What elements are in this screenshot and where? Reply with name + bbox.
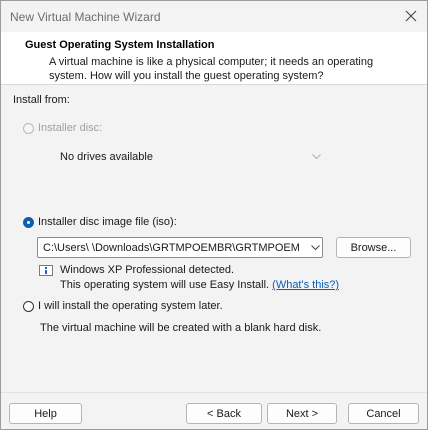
help-button[interactable]: Help xyxy=(9,403,82,424)
iso-path-value[interactable]: C:\Users\ \Downloads\GRTMPOEMBR\GRTMPOEM xyxy=(38,242,308,254)
title-bar: New Virtual Machine Wizard xyxy=(1,1,427,32)
close-button[interactable] xyxy=(399,5,423,27)
page-description: A virtual machine is like a physical com… xyxy=(49,55,409,83)
next-button[interactable]: Next > xyxy=(267,403,337,424)
wizard-header: Guest Operating System Installation A vi… xyxy=(1,32,427,85)
iso-radio[interactable] xyxy=(23,217,34,228)
iso-label[interactable]: Installer disc image file (iso): xyxy=(38,216,177,228)
chevron-down-icon xyxy=(310,244,320,250)
footer-divider xyxy=(1,392,427,393)
install-later-description: The virtual machine will be created with… xyxy=(40,322,322,334)
iso-path-combo[interactable]: C:\Users\ \Downloads\GRTMPOEMBR\GRTMPOEM xyxy=(37,237,323,258)
easy-install-row: This operating system will use Easy Inst… xyxy=(60,279,339,291)
install-from-label: Install from: xyxy=(13,94,70,106)
window-title: New Virtual Machine Wizard xyxy=(10,10,161,24)
description-line-1: A virtual machine is like a physical com… xyxy=(49,56,374,68)
cancel-button[interactable]: Cancel xyxy=(348,403,419,424)
chevron-down-icon xyxy=(311,153,321,159)
drive-select[interactable]: No drives available xyxy=(38,146,323,167)
page-title: Guest Operating System Installation xyxy=(25,39,215,51)
os-detected-text: Windows XP Professional detected. xyxy=(60,264,235,276)
install-later-label[interactable]: I will install the operating system late… xyxy=(38,300,223,312)
drive-dropdown-arrow xyxy=(309,153,323,160)
browse-button[interactable]: Browse... xyxy=(336,237,411,258)
iso-dropdown-arrow[interactable] xyxy=(308,244,322,251)
whats-this-link[interactable]: (What's this?) xyxy=(272,279,339,291)
easy-install-text: This operating system will use Easy Inst… xyxy=(60,279,270,291)
close-icon xyxy=(405,10,417,22)
info-icon xyxy=(39,265,53,276)
install-later-radio[interactable] xyxy=(23,301,34,312)
installer-disc-label[interactable]: Installer disc: xyxy=(38,122,102,134)
description-line-2: system. How will you install the guest o… xyxy=(49,70,324,82)
drive-select-value: No drives available xyxy=(60,150,153,163)
wizard-window: New Virtual Machine Wizard Guest Operati… xyxy=(0,0,428,430)
back-button[interactable]: < Back xyxy=(186,403,262,424)
installer-disc-radio[interactable] xyxy=(23,123,34,134)
